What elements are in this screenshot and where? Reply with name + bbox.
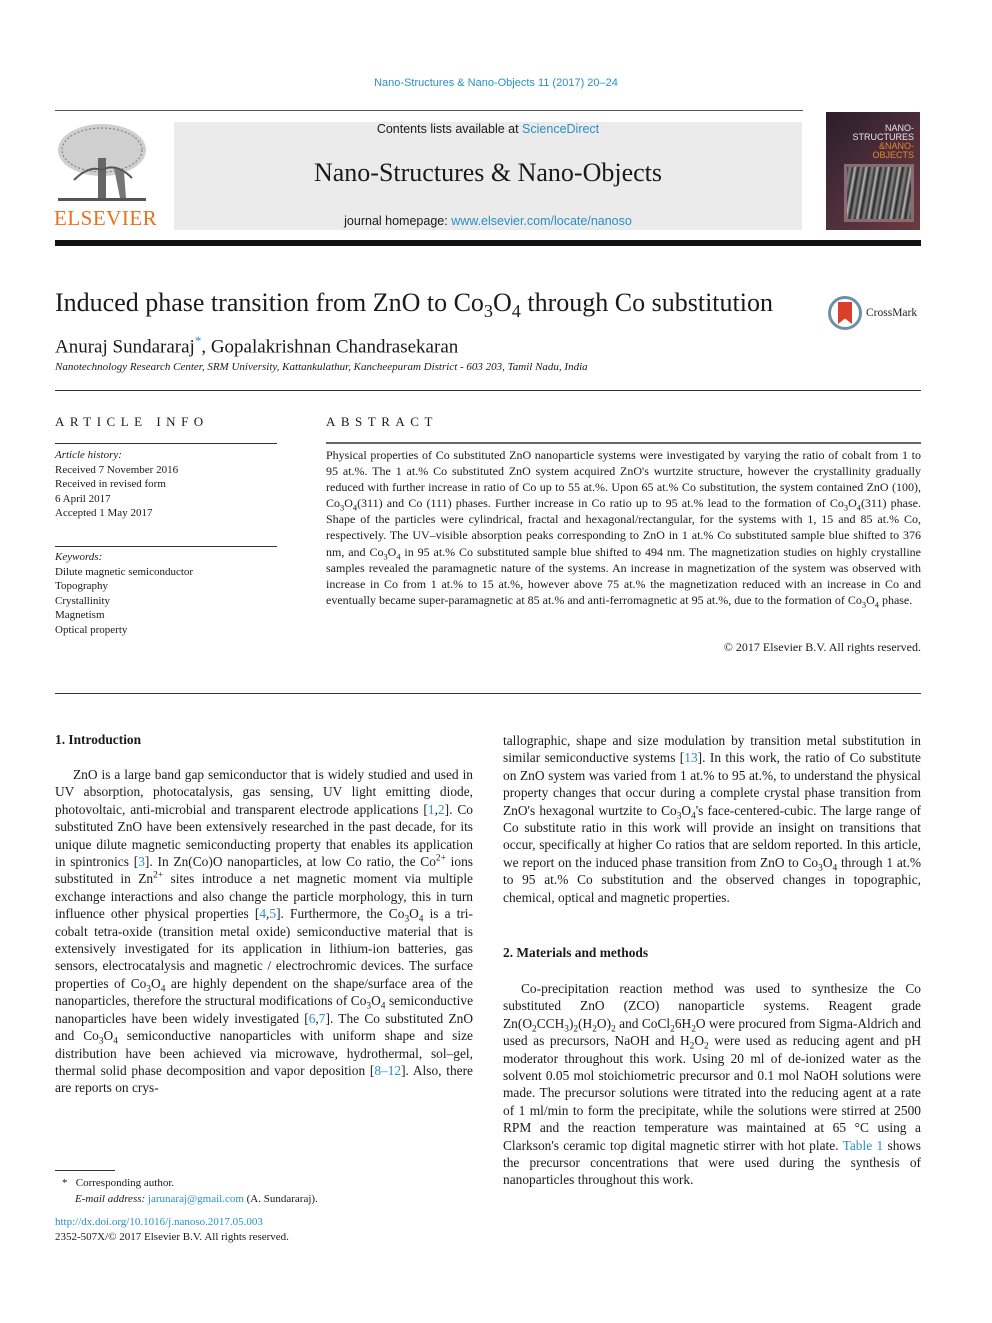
- cover-micrograph: [844, 164, 914, 222]
- footnote-mark: *: [62, 1177, 68, 1189]
- reference-link[interactable]: 8–12: [374, 1063, 401, 1078]
- footnote: * Corresponding author. E-mail address: …: [62, 1176, 318, 1207]
- article-info-heading: ARTICLE INFO: [55, 414, 209, 429]
- journal-title: Nano-Structures & Nano-Objects: [313, 158, 663, 187]
- footnote-rule: [55, 1170, 115, 1171]
- history-item: Received 7 November 2016: [55, 463, 179, 476]
- divider: [55, 443, 277, 444]
- masthead-rule: [55, 240, 921, 246]
- elsevier-logo[interactable]: ELSEVIER: [54, 120, 158, 232]
- author-name: Anuraj Sundararaj: [55, 336, 195, 358]
- doi-link[interactable]: http://dx.doi.org/10.1016/j.nanoso.2017.…: [55, 1215, 289, 1230]
- history-item: 6 April 2017: [55, 492, 111, 505]
- header-divider: [55, 110, 803, 111]
- author-name: Gopalakrishnan Chandrasekaran: [210, 336, 459, 358]
- divider: [326, 442, 921, 444]
- section-heading-materials-methods: 2. Materials and methods: [503, 945, 649, 960]
- keyword: Optical property: [55, 623, 128, 636]
- sciencedirect-link[interactable]: ScienceDirect: [522, 122, 599, 136]
- introduction-paragraph-left: ZnO is a large band gap semiconductor th…: [55, 767, 474, 1096]
- keywords: Keywords: Dilute magnetic semiconductor …: [55, 550, 193, 637]
- history-item: Accepted 1 May 2017: [55, 507, 153, 519]
- article-title: Induced phase transition from ZnO to Co3…: [55, 288, 773, 322]
- email-label: E-mail address:: [75, 1192, 148, 1205]
- homepage-line: journal homepage: www.elsevier.com/locat…: [174, 214, 802, 228]
- history-item: Received in revised form: [55, 478, 166, 490]
- email-owner: (A. Sundararaj).: [243, 1192, 318, 1205]
- reference-link[interactable]: 2: [438, 802, 445, 817]
- contents-line: Contents lists available at ScienceDirec…: [174, 122, 802, 136]
- corresponding-author-note: Corresponding author.: [75, 1177, 175, 1189]
- cover-title: NANO- STRUCTURES &NANO- OBJECTS: [852, 124, 914, 160]
- crossmark-icon: [828, 296, 862, 330]
- abstract-copyright: © 2017 Elsevier B.V. All rights reserved…: [723, 640, 921, 654]
- reference-link[interactable]: 1: [428, 802, 435, 817]
- author-list: Anuraj Sundararaj*, Gopalakrishnan Chand…: [55, 333, 458, 358]
- reference-link[interactable]: 3: [138, 854, 145, 869]
- reference-link[interactable]: 13: [684, 750, 697, 765]
- section-heading-introduction: 1. Introduction: [55, 732, 142, 747]
- crossmark-button[interactable]: CrossMark: [828, 296, 917, 330]
- issn-copyright: 2352-507X/© 2017 Elsevier B.V. All right…: [55, 1230, 289, 1243]
- article-history: Article history: Received 7 November 201…: [55, 448, 178, 521]
- divider: [55, 390, 921, 391]
- history-label: Article history:: [55, 449, 122, 461]
- journal-cover-image[interactable]: NANO- STRUCTURES &NANO- OBJECTS: [826, 112, 920, 230]
- keyword: Magnetism: [55, 609, 105, 621]
- keyword: Crystallinity: [55, 594, 110, 607]
- journal-homepage-link[interactable]: www.elsevier.com/locate/nanoso: [451, 214, 632, 228]
- author-separator: ,: [201, 336, 211, 358]
- divider: [55, 693, 921, 694]
- introduction-paragraph-right: tallographic, shape and size modulation …: [503, 733, 922, 905]
- divider: [55, 546, 277, 547]
- email-link[interactable]: jarunaraj@gmail.com: [148, 1193, 244, 1205]
- table-1-link[interactable]: Table 1: [843, 1138, 884, 1153]
- keywords-label: Keywords:: [55, 551, 103, 563]
- affiliation: Nanotechnology Research Center, SRM Univ…: [55, 361, 588, 373]
- methods-paragraph: Co-precipitation reaction method was use…: [503, 981, 921, 1188]
- journal-citation-link[interactable]: Nano-Structures & Nano-Objects 11 (2017)…: [0, 77, 992, 89]
- contents-prefix: Contents lists available at: [376, 122, 523, 136]
- keyword: Dilute magnetic semiconductor: [55, 565, 194, 578]
- crossmark-label: CrossMark: [866, 307, 918, 319]
- keyword: Topography: [55, 580, 108, 592]
- abstract-text: Physical properties of Co substituted Zn…: [326, 448, 921, 610]
- journal-banner: Contents lists available at ScienceDirec…: [174, 122, 802, 230]
- elsevier-wordmark: ELSEVIER: [54, 206, 158, 230]
- abstract-heading: ABSTRACT: [326, 414, 438, 429]
- doi-block: http://dx.doi.org/10.1016/j.nanoso.2017.…: [55, 1215, 289, 1244]
- homepage-prefix: journal homepage:: [344, 214, 452, 228]
- elsevier-tree-icon: [58, 124, 146, 201]
- cover-title-line: OBJECTS: [872, 150, 914, 160]
